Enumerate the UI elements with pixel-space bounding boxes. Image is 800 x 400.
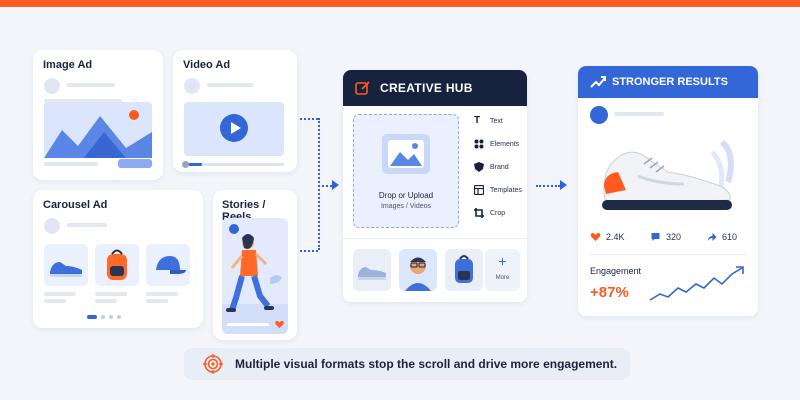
video-ad-card[interactable]: Video Ad	[173, 50, 297, 172]
tool-brand[interactable]: Brand	[474, 162, 509, 172]
placeholder-line	[95, 292, 127, 296]
brand-shield-icon	[474, 162, 484, 172]
shoe-icon	[50, 262, 82, 277]
text-tool-icon: T	[474, 115, 481, 126]
story-frame[interactable]	[222, 218, 288, 334]
placeholder-line	[95, 299, 117, 303]
story-progress	[227, 323, 269, 326]
comments-stat[interactable]: 320	[650, 232, 681, 242]
footer-text: Multiple visual formats stop the scroll …	[235, 357, 618, 371]
results-title: STRONGER RESULTS	[612, 76, 728, 88]
upload-title: Drop or Upload	[378, 191, 434, 200]
progress-bar[interactable]	[184, 163, 284, 166]
placeholder-line	[146, 299, 168, 303]
image-icon	[44, 102, 152, 158]
carousel-dot[interactable]	[117, 315, 121, 319]
tool-crop-label: Crop	[490, 209, 506, 217]
connector-line	[318, 185, 332, 187]
engagement-trend-line	[649, 266, 744, 301]
carousel-slide-shoe[interactable]	[44, 244, 88, 286]
tool-crop[interactable]: Crop	[474, 208, 505, 218]
connector-line	[318, 118, 320, 250]
edit-icon	[355, 81, 370, 95]
progress-handle[interactable]	[182, 161, 189, 168]
thumb-backpack[interactable]	[445, 249, 483, 291]
shoe-icon	[358, 267, 386, 280]
image-icon	[382, 134, 430, 174]
avatar	[44, 78, 60, 94]
avatar	[229, 224, 239, 234]
placeholder-line	[614, 112, 664, 116]
comment-icon	[651, 233, 660, 241]
trend-up-icon	[590, 76, 606, 88]
sneaker-image	[602, 139, 734, 210]
placeholder-line	[207, 83, 253, 87]
tool-brand-label: Brand	[490, 163, 509, 171]
backpack-icon	[107, 249, 127, 280]
elements-icon	[474, 139, 484, 149]
connector-line	[536, 185, 560, 187]
carousel-slide-cap[interactable]	[146, 244, 190, 286]
placeholder-line	[44, 162, 98, 166]
cap-icon	[156, 256, 186, 274]
placeholder-line	[44, 292, 76, 296]
person-icon	[399, 249, 437, 291]
more-label: More	[495, 275, 510, 281]
heart-icon[interactable]	[275, 320, 284, 329]
shares-count: 610	[722, 232, 738, 242]
connector-arrow	[332, 180, 339, 190]
engagement-value: +87%	[590, 284, 629, 301]
results-divider	[590, 254, 746, 255]
carousel-slide-backpack[interactable]	[95, 244, 139, 286]
avatar	[184, 78, 200, 94]
likes-stat[interactable]: 2.4K	[590, 232, 625, 242]
stories-card[interactable]: Stories / Reels	[213, 190, 297, 340]
top-accent-bar	[0, 0, 800, 7]
image-ad-title: Image Ad	[43, 59, 93, 71]
placeholder-line	[44, 299, 66, 303]
video-ad-title: Video Ad	[183, 59, 231, 71]
connector-arrow	[560, 180, 567, 190]
image-ad-card[interactable]: Image Ad	[33, 50, 163, 180]
carousel-dot[interactable]	[101, 315, 105, 319]
results-card[interactable]: STRONGER RESULTS 2.4K 320 610 Engagement…	[578, 66, 758, 316]
placeholder-line	[146, 292, 178, 296]
crop-icon	[474, 208, 484, 218]
tool-text[interactable]: T Text	[474, 116, 503, 126]
cta-button[interactable]	[118, 159, 152, 168]
person-walking-icon	[222, 234, 288, 334]
thumb-shoe[interactable]	[353, 249, 391, 291]
target-icon	[203, 354, 223, 374]
hub-divider	[343, 238, 527, 239]
comments-count: 320	[666, 232, 682, 242]
avatar	[44, 218, 60, 234]
upload-subtitle: Images / Videos	[380, 203, 432, 210]
engagement-label: Engagement	[590, 266, 642, 276]
likes-count: 2.4K	[606, 232, 625, 242]
carousel-dot[interactable]	[109, 315, 113, 319]
creative-hub-title: CREATIVE HUB	[380, 81, 473, 95]
share-icon	[707, 233, 717, 241]
thumb-person[interactable]	[399, 249, 437, 291]
heart-icon	[590, 233, 601, 241]
placeholder-line	[67, 223, 107, 227]
templates-icon	[474, 185, 484, 195]
connector-line	[300, 250, 318, 252]
backpack-icon	[455, 255, 473, 283]
connector-line	[300, 118, 318, 120]
tool-templates[interactable]: Templates	[474, 185, 522, 195]
carousel-ad-card[interactable]: Carousel Ad	[33, 190, 203, 328]
play-icon[interactable]	[220, 114, 248, 142]
tool-elements-label: Elements	[490, 140, 520, 148]
tool-elements[interactable]: Elements	[474, 139, 519, 149]
placeholder-line	[67, 83, 115, 87]
carousel-ad-title: Carousel Ad	[43, 199, 108, 211]
carousel-dot-active[interactable]	[87, 315, 97, 319]
tool-templates-label: Templates	[490, 186, 522, 194]
plus-icon: +	[498, 253, 507, 269]
shares-stat[interactable]: 610	[706, 232, 737, 242]
tool-text-label: Text	[490, 117, 503, 125]
avatar	[590, 106, 608, 124]
